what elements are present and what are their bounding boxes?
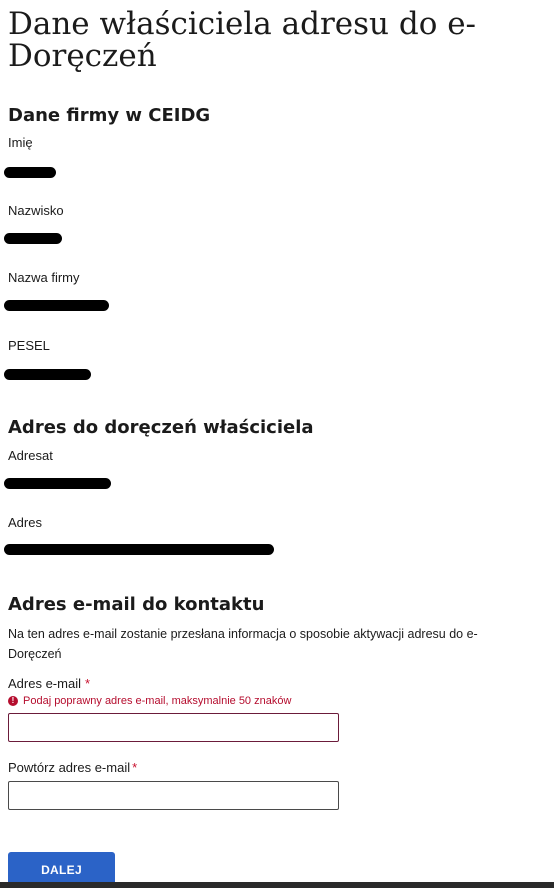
- label-addressee: Adresat: [8, 448, 53, 463]
- section-title-email: Adres e-mail do kontaktu: [8, 594, 265, 615]
- email-description: Na ten adres e-mail zostanie przesłana i…: [8, 627, 478, 661]
- repeat-email-field-label: Powtórz adres e-mail *: [8, 760, 137, 776]
- repeat-email-field[interactable]: [8, 781, 339, 810]
- redacted-pesel: [4, 369, 91, 380]
- redacted-address: [4, 544, 274, 555]
- page-title: Dane właściciela adresu do e-Doręczeń: [8, 6, 477, 74]
- redacted-addressee: [4, 478, 111, 489]
- repeat-email-label-text: Powtórz adres e-mail: [8, 760, 131, 775]
- error-circle-icon: !: [8, 696, 18, 706]
- email-error-message: ! Podaj poprawny adres e-mail, maksymaln…: [8, 694, 291, 708]
- label-company-name: Nazwa firmy: [8, 270, 80, 285]
- email-label-text: Adres e-mail: [8, 676, 81, 691]
- label-pesel: PESEL: [8, 338, 50, 353]
- email-field-label: Adres e-mail *: [8, 676, 90, 692]
- email-field[interactable]: [8, 713, 339, 742]
- redacted-last-name: [4, 233, 62, 244]
- label-address: Adres: [8, 515, 42, 530]
- repeat-email-required-marker: *: [132, 760, 138, 775]
- email-required-marker: *: [84, 676, 91, 691]
- redacted-company-name: [4, 300, 109, 311]
- email-error-text: Podaj poprawny adres e-mail, maksymalnie…: [23, 695, 292, 707]
- section-title-address: Adres do doręczeń właściciela: [8, 417, 314, 438]
- label-first-name: Imię: [8, 135, 33, 150]
- section-title-company: Dane firmy w CEIDG: [8, 105, 211, 126]
- bottom-bar: [0, 882, 554, 888]
- redacted-first-name: [4, 167, 56, 178]
- label-last-name: Nazwisko: [8, 203, 64, 218]
